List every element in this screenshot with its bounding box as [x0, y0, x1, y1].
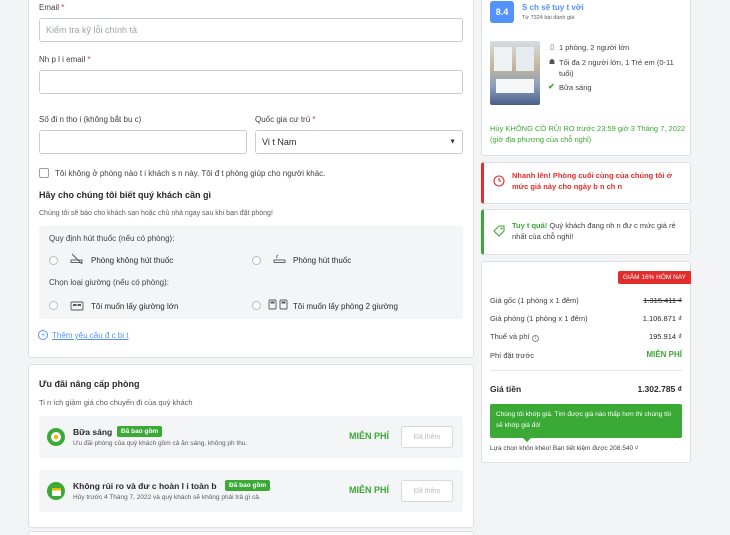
two-beds-radio[interactable] [252, 301, 261, 310]
two-beds-option[interactable]: Tôi muốn lấy phòng 2 giường [293, 302, 398, 311]
great-price-text: Tuy t quá! Quý khách đang nh n đư c mức … [512, 221, 676, 241]
not-staying-checkbox[interactable] [39, 168, 49, 178]
check-icon: ✔ [548, 82, 555, 91]
refund-perk: Không rủi ro và đư c hoàn l i toàn b Đã … [39, 470, 463, 512]
banner-pointer [522, 437, 532, 442]
total-value: 1.302.785 ₫ [637, 384, 682, 394]
breakfast-included: Bữa sáng [559, 83, 592, 92]
free-cancellation-text: Hủy KHÔNG CÓ RỦI RO trước 23:59 giờ 3 Th… [490, 124, 686, 144]
breakfast-added-button[interactable]: Đã thêm [401, 426, 453, 448]
twin-beds-icon [267, 297, 289, 311]
large-bed-radio[interactable] [49, 301, 58, 310]
room-price-label: Giá phòng (1 phòng x 1 đêm) [490, 314, 588, 323]
max-occupancy: Tối đa 2 người lớn, 1 Trẻ em (0-11 tuổi) [559, 58, 674, 78]
guests-icon: ☗ [548, 58, 556, 66]
needs-subtitle: Chúng tôi sẽ báo cho khách sạn hoặc chủ … [39, 210, 273, 217]
review-score-badge: 8.4 [490, 1, 514, 23]
hurry-text: Nhanh lên! Phòng cuối cùng của chúng tôi… [512, 171, 672, 191]
info-icon[interactable]: i [531, 335, 539, 342]
discount-badge: GIẢM 16% HÔM NAY [617, 271, 691, 284]
breakfast-desc: Ưu đãi phòng của quý khách gồm cả ăn sán… [73, 440, 248, 447]
smoking-icon [272, 252, 288, 266]
refund-added-button[interactable]: Đã thêm [401, 480, 453, 502]
booking-fee-label: Phí đặt trước [490, 351, 535, 360]
hotel-summary-card: 8.4 S ch sẽ tuy t vời Từ 7324 bài đánh g… [481, 0, 691, 156]
tax-value: 195.914 ₫ [648, 332, 682, 341]
country-label: Quốc gia cư trú * [255, 115, 316, 124]
room-icon: ▯ [550, 43, 554, 51]
upgrades-title: Ưu đãi nâng cấp phòng [39, 379, 140, 389]
breakfast-price: MIỄN PHÍ [349, 431, 390, 441]
needs-title: Hãy cho chúng tôi biết quý khách cần gì [39, 190, 212, 200]
original-price-label: Giá gốc (1 phòng x 1 đêm) [490, 296, 579, 305]
breakfast-icon [47, 428, 65, 446]
chevron-down-icon: ▼ [449, 138, 456, 146]
confirm-email-input[interactable] [39, 70, 463, 94]
original-price-value: 1.315.411 ₫ [643, 296, 682, 305]
phone-label: Số đi n tho i (không bắt bu c) [39, 115, 142, 124]
savings-text: Lựa chọn khôn khéo! Bạn tiết kiệm được 2… [490, 445, 639, 452]
tag-icon [493, 225, 505, 237]
non-smoking-radio[interactable] [49, 256, 58, 265]
country-select[interactable]: Vi t Nam ▼ [255, 130, 463, 154]
confirm-email-label: Nh p l i email * [39, 55, 91, 64]
no-smoking-icon [69, 252, 85, 266]
special-requests-box: Quy định hút thuốc (nếu có phòng): Phòng… [39, 226, 463, 319]
booking-fee-value: MIỄN PHÍ [646, 350, 682, 359]
not-staying-label: Tôi không ở phòng nào t i khách s n này.… [55, 169, 326, 178]
breakfast-name: Bữa sáng [73, 427, 113, 437]
price-breakdown-card: GIẢM 16% HÔM NAY Giá gốc (1 phòng x 1 đê… [481, 261, 691, 463]
email-label: Email * [39, 3, 65, 12]
upgrades-subtitle: Ti n ích giảm giá cho chuyến đi của quý … [39, 398, 193, 407]
upgrades-card: Ưu đãi nâng cấp phòng Ti n ích giảm giá … [28, 364, 474, 528]
hurry-alert: Nhanh lên! Phòng cuối cùng của chúng tôi… [481, 162, 691, 204]
add-special-request-link[interactable]: Thêm yêu cầu đ c bi t [52, 331, 128, 340]
smoking-label: Quy định hút thuốc (nếu có phòng): [49, 234, 175, 243]
price-match-banner: Chúng tôi khớp giá. Tìm được giá nào thấ… [490, 404, 682, 438]
total-label: Giá tiền [490, 384, 522, 394]
refund-desc: Hủy trước 4 Tháng 7, 2022 và quý khách s… [73, 494, 261, 501]
room-price-value: 1.106.871 ₫ [642, 314, 682, 323]
smoking-radio[interactable] [252, 256, 261, 265]
contact-form-card: Email * Kiểm tra kỹ lỗi chính tả Nh p l … [28, 0, 474, 358]
divider [490, 370, 682, 371]
non-smoking-option[interactable]: Phòng không hút thuốc [91, 256, 173, 265]
breakfast-perk: Bữa sáng Đã bao gồm Ưu đãi phòng của quý… [39, 416, 463, 458]
large-bed-option[interactable]: Tôi muốn lấy giường lớn [91, 302, 178, 311]
review-count: Từ 7324 bài đánh giá [522, 15, 575, 21]
calendar-icon [47, 482, 65, 500]
phone-input[interactable] [39, 130, 247, 154]
included-badge: Đã bao gồm [117, 426, 163, 437]
room-photo [490, 41, 540, 105]
next-card [28, 531, 474, 535]
room-occupancy: 1 phòng, 2 người lớn [559, 43, 630, 52]
smoking-option[interactable]: Phòng hút thuốc [293, 256, 351, 265]
clock-icon [493, 175, 505, 187]
large-bed-icon [69, 298, 85, 312]
refund-name: Không rủi ro và đư c hoàn l i toàn b [73, 481, 217, 491]
included-badge: Đã bao gồm [225, 480, 271, 491]
bed-type-label: Chọn loại giường (nếu có phòng): [49, 278, 170, 287]
refund-price: MIỄN PHÍ [349, 485, 390, 495]
email-input[interactable]: Kiểm tra kỹ lỗi chính tả [39, 18, 463, 42]
review-rating-text: S ch sẽ tuy t vời [522, 3, 584, 12]
great-price-alert: Tuy t quá! Quý khách đang nh n đư c mức … [481, 209, 691, 255]
plus-circle-icon: + [38, 330, 48, 340]
tax-label: Thuế và phí i [490, 332, 539, 342]
